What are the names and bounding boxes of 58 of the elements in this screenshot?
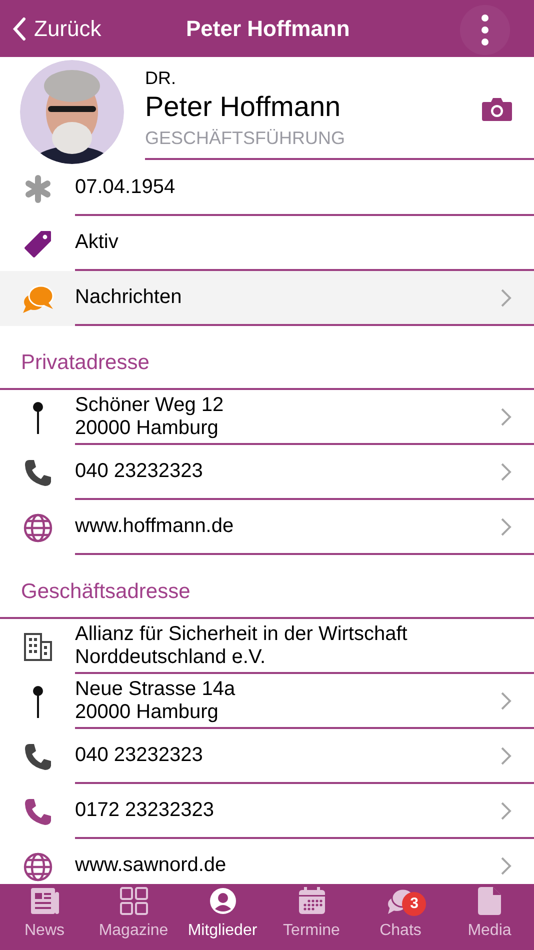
section-heading: Privatadresse xyxy=(21,350,150,376)
tab[interactable]: News xyxy=(0,884,89,950)
calendar-icon xyxy=(298,887,326,915)
camera-icon xyxy=(482,97,512,121)
unread-badge: 3 xyxy=(402,892,426,916)
tab[interactable]: Chats 3 xyxy=(356,884,445,950)
phone-icon xyxy=(22,742,52,772)
chevron-right-icon xyxy=(500,690,512,710)
name-prefix: DR. xyxy=(145,68,177,88)
chevron-right-icon xyxy=(500,462,512,482)
chat-bubbles-icon xyxy=(22,284,54,314)
tab[interactable]: Termine xyxy=(267,884,356,950)
row-text: Aktiv xyxy=(75,231,120,254)
row-text: 20000 Hamburg xyxy=(75,416,220,440)
chevron-right-icon xyxy=(500,746,512,766)
document-icon xyxy=(478,887,502,915)
chevron-right-icon xyxy=(500,288,512,308)
back-button[interactable]: Zurück xyxy=(0,12,102,45)
row-text: Nachrichten xyxy=(75,286,183,309)
job-title: GESCHÄFTSFÜHRUNG xyxy=(145,127,346,150)
globe-icon xyxy=(22,512,52,542)
row-text: 040 23232323 xyxy=(75,744,204,767)
row-text: Norddeutschland e.V. xyxy=(75,646,267,668)
window-title: Peter Hoffmann xyxy=(186,15,350,43)
row-text: Neue Strasse 14a xyxy=(75,678,236,700)
pin-icon xyxy=(32,400,44,434)
chevron-right-icon xyxy=(500,856,512,876)
phone-icon xyxy=(22,796,52,826)
pin-icon xyxy=(32,684,44,718)
tab[interactable]: Media xyxy=(445,884,534,950)
globe-icon xyxy=(22,852,52,882)
row-text: www.sawnord.de xyxy=(75,854,228,877)
grid-icon xyxy=(120,887,148,915)
chevron-left-icon xyxy=(12,16,26,40)
newspaper-icon xyxy=(30,887,60,915)
row-text: Schöner Weg 12 xyxy=(75,394,225,416)
list-row[interactable]: Nachrichten xyxy=(0,271,534,326)
more-icon xyxy=(481,14,489,46)
tab[interactable]: Mitglieder xyxy=(178,884,267,950)
section-heading: Geschäftsadresse xyxy=(21,578,190,604)
chevron-right-icon xyxy=(500,516,512,536)
user-circle-icon xyxy=(208,887,236,915)
row-text: 07.04.1954 xyxy=(75,176,176,199)
camera-button[interactable] xyxy=(482,97,512,121)
row-text: www.hoffmann.de xyxy=(75,515,235,538)
tab[interactable]: Magazine xyxy=(89,884,178,950)
building-icon xyxy=(22,632,52,662)
asterisk-icon xyxy=(24,174,52,202)
phone-icon xyxy=(22,458,52,488)
row-text: 0172 23232323 xyxy=(75,799,216,822)
row-text: 20000 Hamburg xyxy=(75,700,220,724)
chevron-right-icon xyxy=(500,406,512,426)
more-menu-button[interactable] xyxy=(460,5,510,55)
chevron-right-icon xyxy=(500,800,512,820)
tag-icon xyxy=(22,228,52,258)
person-name: Peter Hoffmann xyxy=(145,90,341,124)
row-text: Allianz für Sicherheit in der Wirtschaft xyxy=(75,622,408,646)
row-text: 040 23232323 xyxy=(75,460,204,483)
